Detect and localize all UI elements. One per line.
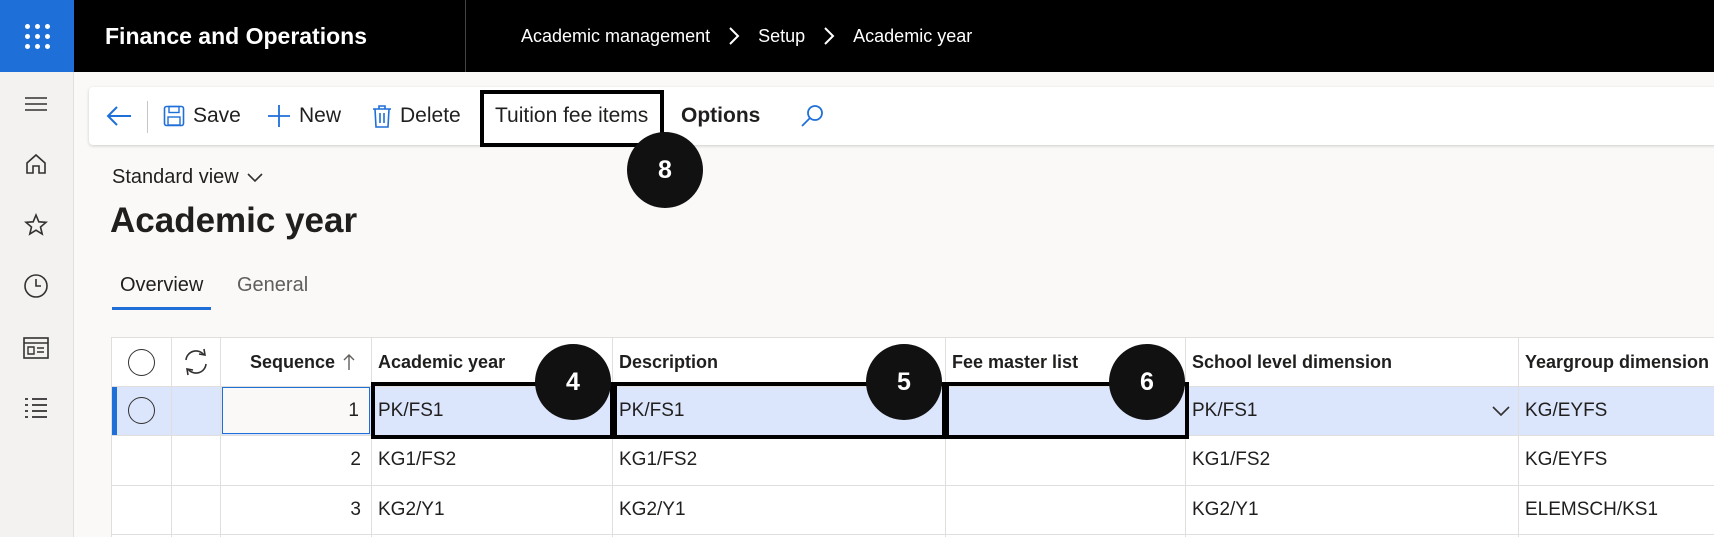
sequence-cell[interactable]: 2 <box>220 435 371 485</box>
sort-ascending-icon <box>343 354 355 370</box>
chevron-down-icon <box>247 172 263 182</box>
left-navigation <box>0 72 74 537</box>
breadcrumb: Academic management Setup Academic year <box>466 26 972 47</box>
column-header-school-level-dimension[interactable]: School level dimension <box>1192 338 1392 386</box>
chevron-right-icon <box>728 26 740 46</box>
star-icon[interactable] <box>22 211 50 239</box>
action-pane: Save New Delete Tuition fee items Option… <box>89 87 1714 145</box>
trash-icon <box>373 105 391 128</box>
yeargroup-dimension-cell[interactable]: KG/EYFS <box>1525 435 1607 485</box>
academic-year-cell[interactable]: KG2/Y1 <box>378 485 445 534</box>
school-level-dimension-cell[interactable]: KG1/FS2 <box>1192 435 1270 485</box>
save-label: Save <box>193 104 241 127</box>
chevron-down-icon[interactable] <box>1492 386 1510 435</box>
tab-overview[interactable]: Overview <box>111 274 212 310</box>
callout-badge-4: 4 <box>535 344 611 420</box>
view-selector[interactable]: Standard view <box>112 166 263 189</box>
callout-badge-6: 6 <box>1109 344 1185 420</box>
view-selector-label: Standard view <box>112 166 239 188</box>
clock-icon[interactable] <box>22 272 50 300</box>
sequence-field[interactable]: 1 <box>222 387 370 434</box>
tab-general[interactable]: General <box>237 274 308 310</box>
app-title[interactable]: Finance and Operations <box>74 0 466 72</box>
tuition-fee-items-highlight <box>480 90 664 147</box>
new-button[interactable]: New <box>267 87 341 145</box>
description-cell[interactable]: KG1/FS2 <box>619 435 697 485</box>
breadcrumb-item-academic-year[interactable]: Academic year <box>853 26 972 47</box>
refresh-icon[interactable] <box>182 338 210 386</box>
app-launcher-button[interactable] <box>0 0 74 72</box>
description-cell[interactable]: KG2/Y1 <box>619 485 686 534</box>
breadcrumb-item-academic-management[interactable]: Academic management <box>521 26 710 47</box>
home-icon[interactable] <box>22 150 50 178</box>
school-level-dimension-field[interactable]: PK/FS1 <box>1192 386 1257 435</box>
callout-badge-8: 8 <box>627 132 703 208</box>
column-header-academic-year[interactable]: Academic year <box>378 338 505 386</box>
search-icon <box>801 105 823 127</box>
row-select-checkbox[interactable] <box>128 386 155 435</box>
save-button[interactable]: Save <box>163 87 241 145</box>
waffle-icon <box>24 23 50 49</box>
top-bar: Finance and Operations Academic manageme… <box>0 0 1714 72</box>
options-tab[interactable]: Options <box>681 87 760 145</box>
school-level-dimension-cell[interactable]: KG2/Y1 <box>1192 485 1259 534</box>
list-icon[interactable] <box>22 394 50 422</box>
delete-label: Delete <box>400 104 461 127</box>
delete-button[interactable]: Delete <box>372 87 461 145</box>
selected-row-marker <box>112 386 117 435</box>
callout-badge-5: 5 <box>866 344 942 420</box>
breadcrumb-item-setup[interactable]: Setup <box>758 26 805 47</box>
chevron-right-icon <box>823 26 835 46</box>
page-title: Academic year <box>110 201 358 240</box>
back-arrow-icon <box>106 106 131 126</box>
hamburger-icon[interactable] <box>22 90 50 118</box>
select-all-checkbox[interactable] <box>128 338 155 386</box>
yeargroup-dimension-field[interactable]: KG/EYFS <box>1525 386 1607 435</box>
column-header-fee-master-list[interactable]: Fee master list <box>952 338 1078 386</box>
column-header-label: Sequence <box>249 351 335 372</box>
column-header-sequence[interactable]: Sequence <box>220 338 371 386</box>
column-header-description[interactable]: Description <box>619 338 718 386</box>
sequence-cell[interactable]: 3 <box>220 485 371 534</box>
academic-year-cell[interactable]: KG1/FS2 <box>378 435 456 485</box>
action-separator <box>147 101 148 133</box>
back-button[interactable] <box>105 87 141 145</box>
search-button[interactable] <box>800 87 832 145</box>
column-header-yeargroup-dimension[interactable]: Yeargroup dimension <box>1525 338 1709 386</box>
new-label: New <box>299 104 342 127</box>
workspace-icon[interactable] <box>22 334 50 362</box>
yeargroup-dimension-cell[interactable]: ELEMSCH/KS1 <box>1525 485 1658 534</box>
save-icon <box>163 105 185 127</box>
plus-icon <box>268 105 290 127</box>
